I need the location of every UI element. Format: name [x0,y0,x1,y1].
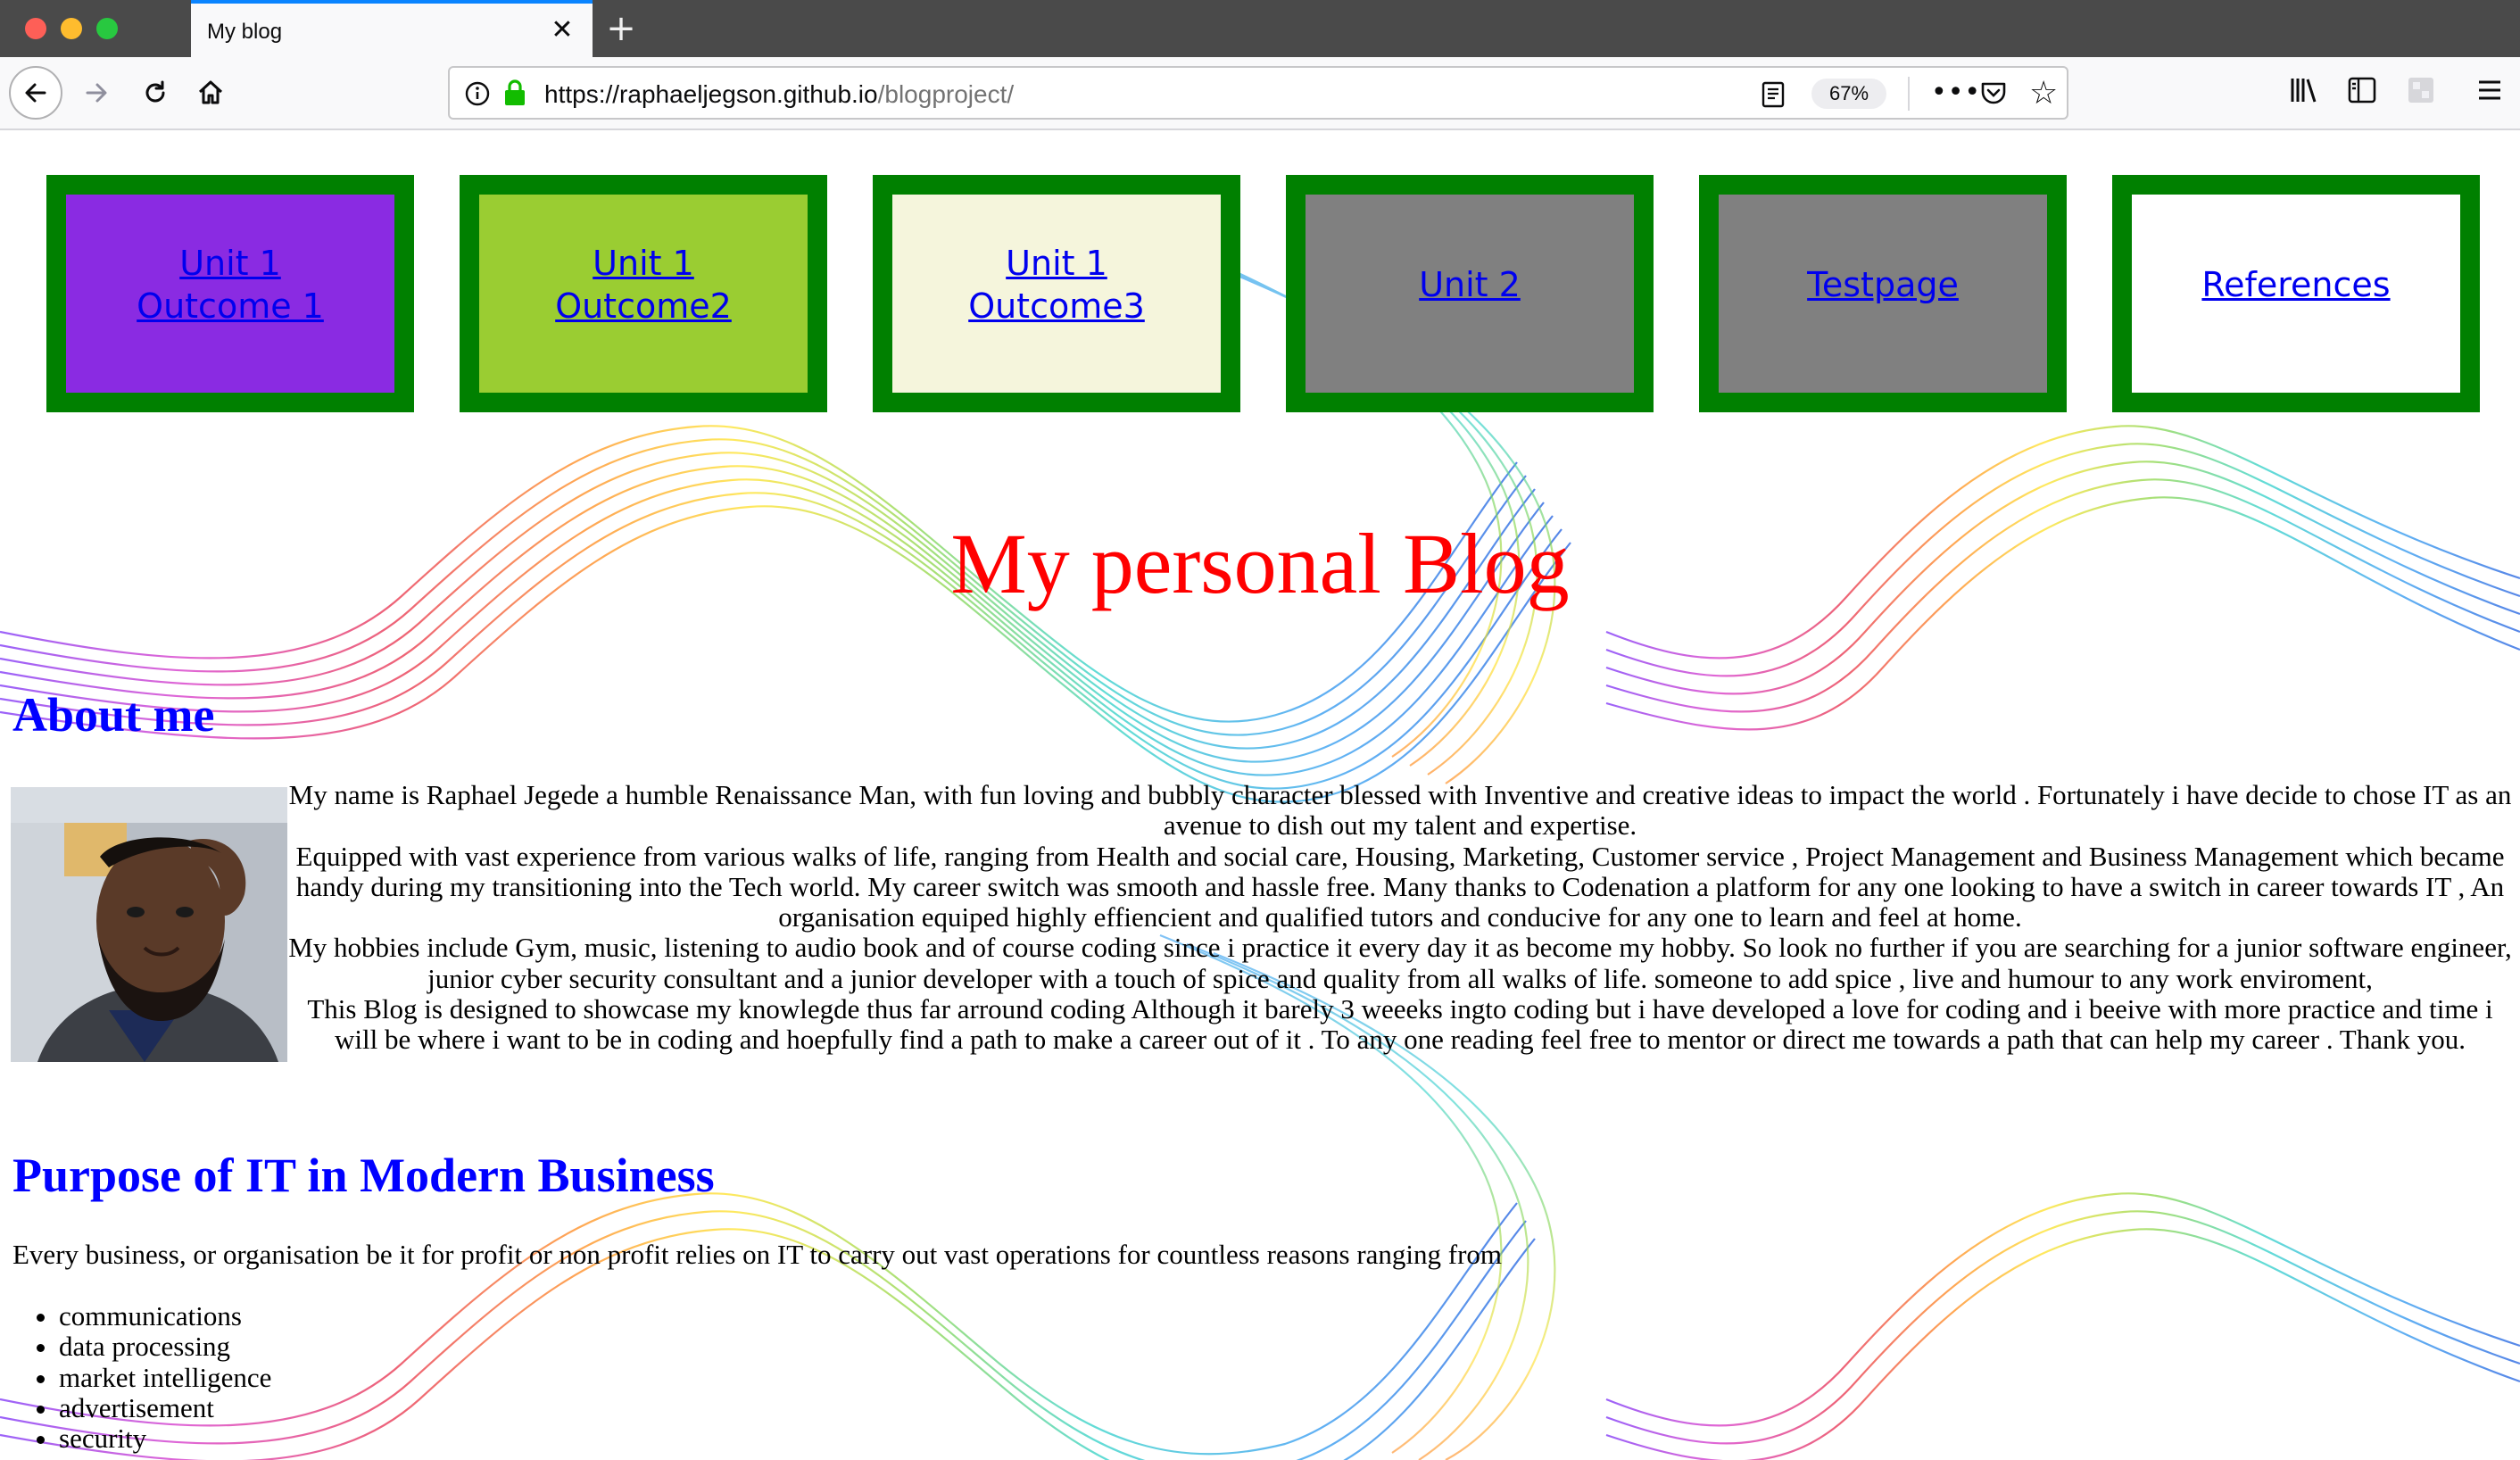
purpose-text: Every business, or organisation be it fo… [12,1239,1503,1270]
nav-link-unit1-outcome1[interactable]: Unit 1 Outcome 1 [137,242,324,328]
nav-link-testpage[interactable]: Testpage [1807,263,1959,306]
bio-paragraph: This Blog is designed to showcase my kno… [307,993,2493,1056]
bio-paragraph: Equipped with vast experience from vario… [295,840,2505,933]
url-path: /blogproject/ [877,80,1015,108]
arrow-left-icon [25,83,46,103]
bio-paragraph: My hobbies include Gym, music, listening… [288,932,2512,994]
hamburger-menu-icon[interactable] [2475,75,2504,105]
reload-icon [145,80,165,103]
nav-references: References [2112,175,2480,412]
nav-unit1-outcome1: Unit 1 Outcome 1 [46,175,414,412]
home-button[interactable] [184,66,237,120]
home-icon [198,80,223,104]
browser-titlebar: My blog ✕ + [0,0,2520,57]
nav-link-references[interactable]: References [2201,263,2390,306]
browser-toolbar: https://raphaeljegson.github.io/blogproj… [0,57,2520,130]
page-actions-icon[interactable]: ••• [1931,77,1981,108]
purpose-heading: Purpose of IT in Modern Business [12,1149,715,1202]
info-icon[interactable] [464,80,491,107]
zoom-level-badge[interactable]: 67% [1811,79,1886,109]
nav-link-unit1-outcome3[interactable]: Unit 1 Outcome3 [968,242,1145,328]
list-item: communications [59,1300,271,1331]
list-item: market intelligence [59,1362,271,1393]
reader-view-icon[interactable] [1760,80,1786,109]
nav-unit1-outcome2: Unit 1 Outcome2 [460,175,827,412]
page-title: My personal Blog [950,516,1570,611]
bio-text: My name is Raphael Jegede a humble Renai… [287,779,2513,1056]
window-maximize-button[interactable] [96,18,118,39]
browser-tab[interactable]: My blog ✕ [191,0,593,57]
pocket-icon[interactable] [1979,79,2008,107]
new-tab-button[interactable]: + [600,7,642,50]
list-item: advertisement [59,1392,271,1423]
sidebar-icon[interactable] [2347,75,2377,105]
url-bar-divider [1908,77,1910,111]
back-button[interactable] [9,66,62,120]
page-viewport: Unit 1 Outcome 1 Unit 1 Outcome2 Unit 1 Out… [0,132,2520,1460]
nav-link-unit2[interactable]: Unit 2 [1419,263,1521,306]
portrait-image [11,787,287,1062]
forward-button[interactable] [70,66,123,120]
purpose-list: communications data processing market in… [59,1300,271,1454]
arrow-right-icon [86,83,107,103]
nav-unit2: Unit 2 [1286,175,1654,412]
tab-title: My blog [207,20,283,44]
bio-paragraph: My name is Raphael Jegede a humble Renai… [288,779,2512,842]
library-icon[interactable] [2288,75,2320,105]
url-bar[interactable]: https://raphaeljegson.github.io/blogproj… [448,66,2068,120]
url-text[interactable]: https://raphaeljegson.github.io/blogproj… [544,80,1014,109]
list-item: security [59,1423,271,1454]
nav-unit1-outcome3: Unit 1 Outcome3 [873,175,1240,412]
window-minimize-button[interactable] [61,18,82,39]
extension-icon[interactable] [2406,75,2436,105]
window-close-button[interactable] [25,18,46,39]
url-host: https://raphaeljegson.github.io [544,80,878,108]
nav-testpage: Testpage [1699,175,2067,412]
reload-button[interactable] [128,66,182,120]
bookmark-star-icon[interactable]: ☆ [2029,75,2058,112]
list-item: data processing [59,1331,271,1362]
lock-icon[interactable] [502,79,528,107]
tab-close-icon[interactable]: ✕ [546,14,578,46]
about-heading: About me [12,688,215,742]
nav-link-unit1-outcome2[interactable]: Unit 1 Outcome2 [555,242,732,328]
profile-photo [11,787,287,1062]
